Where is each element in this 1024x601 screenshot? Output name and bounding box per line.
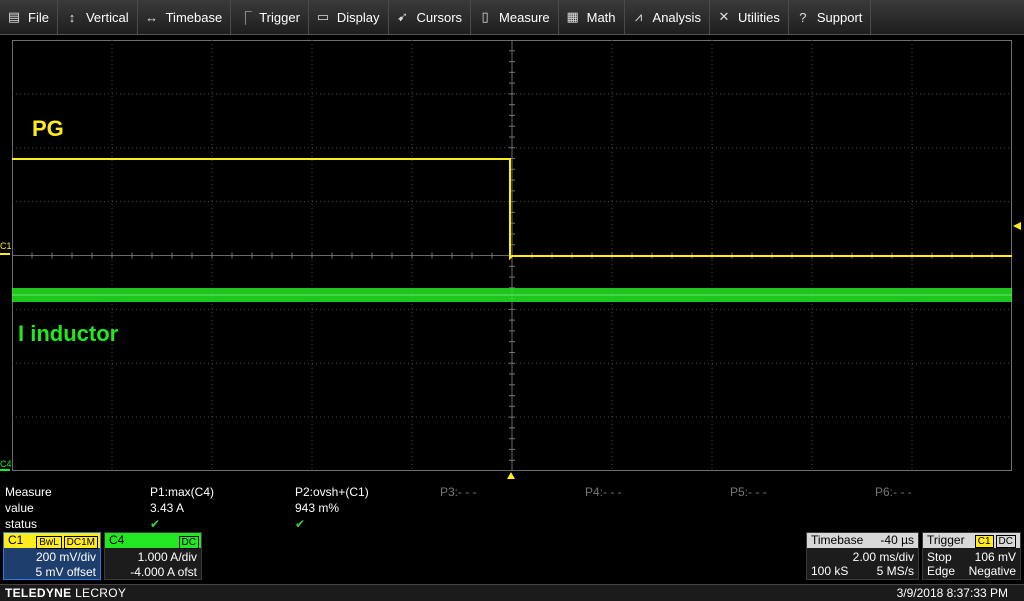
vertical-arrows-icon: ↕ bbox=[68, 9, 76, 25]
measure-status-row: status ✔ ✔ bbox=[0, 516, 1024, 532]
measure-icon: ▯ bbox=[481, 9, 489, 24]
timebase-header: Timebase -40 µs bbox=[807, 533, 918, 548]
trigger-mode-row: Stop 106 mV bbox=[923, 550, 1020, 564]
measure-row-label: Measure bbox=[5, 485, 52, 499]
status-footer: TELEDYNE LECROY 3/9/2018 8:37:33 PM bbox=[0, 584, 1024, 601]
c4-level-marker[interactable]: C4 bbox=[0, 459, 12, 469]
c4-descriptor-header: C4 DC bbox=[105, 533, 201, 549]
timebase-sample-row: 100 kS 5 MS/s bbox=[807, 564, 918, 578]
trace-label-inductor: I inductor bbox=[18, 321, 119, 346]
menu-vertical[interactable]: ↕ Vertical bbox=[58, 0, 138, 34]
c1-descriptor-header: C1 BwL DC1M bbox=[4, 533, 100, 549]
c1-descriptor[interactable]: C1 BwL DC1M 200 mV/div 5 mV offset bbox=[3, 532, 101, 580]
menu-label: Timebase bbox=[165, 9, 223, 25]
menu-math[interactable]: ▦ Math bbox=[559, 0, 625, 34]
trigger-label: Trigger bbox=[927, 533, 965, 547]
c1-offset: 5 mV offset bbox=[35, 565, 96, 579]
timebase-label: Timebase bbox=[811, 533, 864, 547]
menu-label: Math bbox=[586, 9, 616, 25]
menu-label: Measure bbox=[499, 9, 550, 25]
file-icon: ▤ bbox=[7, 9, 21, 24]
trigger-mode: Stop bbox=[927, 550, 952, 564]
value-row-label: value bbox=[5, 501, 34, 515]
param-5-name[interactable]: P5:- - - bbox=[730, 484, 767, 500]
trigger-header: Trigger C1 DC bbox=[923, 533, 1020, 548]
param-1-name[interactable]: P1:max(C4) bbox=[150, 484, 214, 500]
menu-label: Display bbox=[336, 9, 380, 25]
timebase-delay: -40 µs bbox=[880, 533, 914, 547]
c1-scale: 200 mV/div bbox=[35, 550, 96, 564]
param-2-value: 943 m% bbox=[295, 501, 340, 515]
menu-label: Support bbox=[816, 9, 863, 25]
measure-value-row: value 3.43 A 943 m% bbox=[0, 500, 1024, 516]
timestamp: 3/9/2018 8:37:33 PM bbox=[896, 586, 1008, 600]
utilities-icon: ✕ bbox=[718, 9, 730, 24]
grid-svg bbox=[12, 40, 1012, 471]
trigger-slope: Negative bbox=[968, 564, 1016, 578]
c1-coupling-tag: DC1M bbox=[63, 536, 98, 549]
menu-utilities[interactable]: ✕ Utilities bbox=[710, 0, 789, 34]
trace-label-pg: PG bbox=[32, 116, 64, 141]
c4-offset: -4.000 A ofst bbox=[130, 565, 197, 579]
menu-cursors[interactable]: ➹ Cursors bbox=[389, 0, 472, 34]
param-2-status-check-icon: ✔ bbox=[295, 517, 306, 531]
param-4-name[interactable]: P4:- - - bbox=[585, 484, 622, 500]
horizontal-arrows-icon: ↔ bbox=[145, 9, 159, 25]
param-2-name[interactable]: P2:ovsh+(C1) bbox=[295, 484, 369, 500]
param-1-value: 3.43 A bbox=[150, 501, 185, 515]
c4-level-tick bbox=[0, 469, 10, 471]
math-icon: ▦ bbox=[566, 9, 579, 24]
c1-name: C1 bbox=[8, 533, 24, 547]
timebase-scale-row: 2.00 ms/div bbox=[807, 550, 918, 564]
menu-bar: ▤ File ↕ Vertical ↔ Timebase ⎾ Trigger ▭ Display ➹… bbox=[0, 0, 1024, 35]
trigger-level: 106 mV bbox=[974, 550, 1016, 564]
trigger-type: Edge bbox=[927, 564, 956, 578]
timebase-rate: 5 MS/s bbox=[876, 564, 914, 578]
brand-light: LECROY bbox=[75, 586, 127, 600]
c4-scale: 1.000 A/div bbox=[137, 550, 197, 564]
c1-bwl-tag: BwL bbox=[36, 536, 62, 549]
menu-trigger[interactable]: ⎾ Trigger bbox=[231, 0, 309, 34]
trigger-coupling-tag: DC bbox=[995, 535, 1016, 548]
menu-label: Utilities bbox=[737, 9, 780, 25]
trigger-icon: ⎾ bbox=[238, 10, 252, 26]
trigger-level-arrow-icon[interactable] bbox=[1013, 222, 1021, 230]
menu-label: Vertical bbox=[85, 9, 129, 25]
menu-label: File bbox=[28, 9, 49, 25]
menu-label: Cursors bbox=[416, 9, 463, 25]
c1-level-marker[interactable]: C1 bbox=[0, 241, 12, 251]
c4-name: C4 bbox=[109, 533, 125, 547]
menu-file[interactable]: ▤ File bbox=[0, 0, 58, 34]
brand-bold: TELEDYNE bbox=[5, 586, 72, 600]
menu-display[interactable]: ▭ Display bbox=[309, 0, 389, 34]
trigger-position-arrow-icon[interactable] bbox=[507, 472, 515, 479]
analysis-icon: ⩘ bbox=[634, 9, 643, 24]
waveform-grid[interactable]: PG I inductor bbox=[12, 40, 1012, 471]
display-icon: ▭ bbox=[316, 9, 330, 24]
trigger-type-row: Edge Negative bbox=[923, 564, 1020, 578]
menu-timebase[interactable]: ↔ Timebase bbox=[138, 0, 232, 34]
timebase-samples: 100 kS bbox=[811, 564, 849, 578]
measure-header-row: Measure P1:max(C4) P2:ovsh+(C1) P3:- - - P4… bbox=[0, 484, 1024, 500]
trigger-descriptor[interactable]: Trigger C1 DC Stop 106 mV Edge Negative bbox=[922, 532, 1021, 580]
menu-label: Analysis bbox=[652, 9, 701, 25]
trigger-source-tag: C1 bbox=[974, 535, 994, 548]
timebase-scale: 2.00 ms/div bbox=[852, 550, 914, 564]
menu-support[interactable]: ? Support bbox=[789, 0, 872, 34]
menu-measure[interactable]: ▯ Measure bbox=[471, 0, 559, 34]
param-6-name[interactable]: P6:- - - bbox=[875, 484, 912, 500]
brand-logo: TELEDYNE LECROY bbox=[5, 586, 126, 600]
cursor-icon: ➹ bbox=[397, 9, 408, 24]
c4-coupling-tag: DC bbox=[178, 536, 199, 549]
status-row-label: status bbox=[5, 517, 38, 531]
c4-descriptor[interactable]: C4 DC 1.000 A/div -4.000 A ofst bbox=[104, 532, 202, 580]
support-icon: ? bbox=[799, 9, 807, 25]
timebase-descriptor[interactable]: Timebase -40 µs 2.00 ms/div 100 kS 5 MS/… bbox=[806, 532, 919, 580]
menu-label: Trigger bbox=[259, 9, 300, 25]
menu-analysis[interactable]: ⩘ Analysis bbox=[625, 0, 710, 34]
measure-table: Measure P1:max(C4) P2:ovsh+(C1) P3:- - - P4… bbox=[0, 484, 1024, 532]
param-3-name[interactable]: P3:- - - bbox=[440, 484, 477, 500]
param-1-status-check-icon: ✔ bbox=[150, 517, 161, 531]
c1-level-tick bbox=[0, 253, 10, 255]
